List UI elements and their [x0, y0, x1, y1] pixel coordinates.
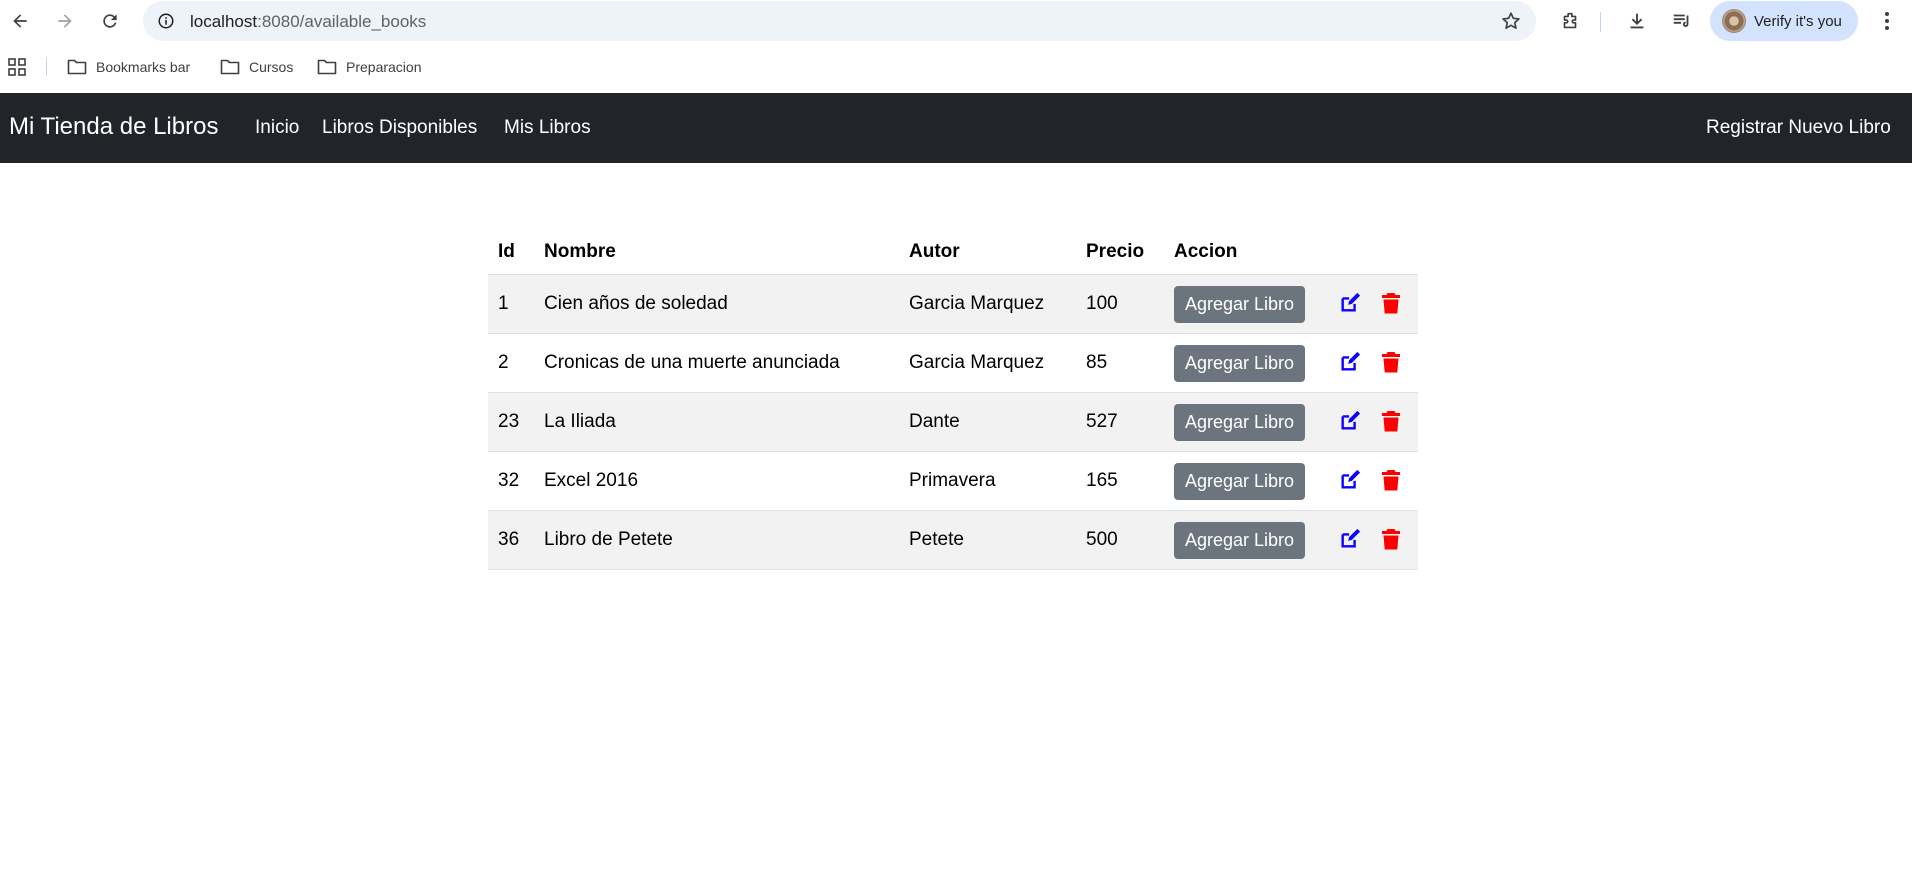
table-header-row: Id Nombre Autor Precio Accion [488, 230, 1418, 274]
site-info-icon[interactable] [153, 8, 179, 34]
cell-autor: Primavera [899, 450, 1076, 510]
browser-chrome: localhost:8080/available_books Verify it… [0, 0, 1912, 93]
nav-link-inicio[interactable]: Inicio [255, 117, 299, 139]
header-icons [1324, 230, 1418, 274]
cell-accion: Agregar Libro [1164, 332, 1324, 392]
trash-icon[interactable] [1381, 410, 1401, 432]
table-row: 2 Cronicas de una muerte anunciada Garci… [488, 332, 1418, 392]
add-book-button[interactable]: Agregar Libro [1174, 522, 1306, 559]
edit-icon[interactable] [1339, 410, 1361, 432]
cell-precio: 100 [1076, 273, 1164, 333]
cell-nombre: Cronicas de una muerte anunciada [534, 332, 899, 392]
url-path: :8080/available_books [257, 12, 427, 31]
back-icon[interactable] [4, 5, 36, 37]
cell-nombre: Libro de Petete [534, 509, 899, 570]
media-icon[interactable] [1670, 9, 1694, 33]
cell-id: 2 [488, 332, 534, 392]
cell-id: 23 [488, 391, 534, 451]
cell-id: 36 [488, 509, 534, 570]
cell-icons [1324, 509, 1418, 570]
cell-autor: Garcia Marquez [899, 273, 1076, 333]
bookmarks-separator [46, 58, 47, 76]
table-row: 23 La Iliada Dante 527 Agregar Libro [488, 391, 1418, 451]
bookmarks-bar: Bookmarks bar Cursos Preparacion [0, 50, 1912, 84]
more-icon[interactable] [1875, 9, 1899, 33]
nav-link-libros-disponibles[interactable]: Libros Disponibles [322, 117, 477, 139]
cell-id: 32 [488, 450, 534, 510]
edit-icon[interactable] [1339, 351, 1361, 373]
cell-nombre: La Iliada [534, 391, 899, 451]
edit-icon[interactable] [1339, 528, 1361, 550]
reload-icon[interactable] [94, 5, 126, 37]
header-nombre: Nombre [544, 240, 616, 262]
books-table: Id Nombre Autor Precio Accion 1 Cien año… [488, 230, 1418, 570]
cell-accion: Agregar Libro [1164, 391, 1324, 451]
table-row: 32 Excel 2016 Primavera 165 Agregar Libr… [488, 450, 1418, 510]
cell-icons [1324, 332, 1418, 392]
header-autor: Autor [909, 240, 960, 262]
cell-id: 1 [488, 273, 534, 333]
avatar [1722, 9, 1746, 33]
bookmark-label: Cursos [249, 59, 294, 75]
url-text[interactable]: localhost:8080/available_books [190, 12, 426, 32]
toolbar-separator [1600, 12, 1601, 32]
add-book-button[interactable]: Agregar Libro [1174, 404, 1306, 441]
table-row: 1 Cien años de soledad Garcia Marquez 10… [488, 273, 1418, 333]
url-host: localhost [190, 12, 258, 31]
header-precio: Precio [1086, 240, 1145, 262]
cell-accion: Agregar Libro [1164, 273, 1324, 333]
nav-link-mis-libros[interactable]: Mis Libros [504, 117, 591, 139]
address-bar[interactable]: localhost:8080/available_books [143, 1, 1536, 41]
bookmark-preparacion[interactable]: Preparacion [317, 56, 422, 78]
browser-toolbar: localhost:8080/available_books Verify it… [0, 0, 1912, 42]
forward-icon[interactable] [49, 5, 81, 37]
header-accion: Accion [1174, 240, 1238, 262]
cell-icons [1324, 450, 1418, 510]
table-row: 36 Libro de Petete Petete 500 Agregar Li… [488, 509, 1418, 570]
trash-icon[interactable] [1381, 528, 1401, 550]
bookmark-label: Preparacion [346, 59, 422, 75]
cell-nombre: Excel 2016 [534, 450, 899, 510]
header-id: Id [498, 240, 515, 262]
download-icon[interactable] [1625, 9, 1649, 33]
trash-icon[interactable] [1381, 469, 1401, 491]
cell-icons [1324, 391, 1418, 451]
cell-icons [1324, 273, 1418, 333]
cell-precio: 165 [1076, 450, 1164, 510]
folder-icon [317, 59, 337, 75]
bookmark-label: Bookmarks bar [96, 59, 191, 75]
profile-label: Verify it's you [1754, 12, 1842, 30]
cell-precio: 527 [1076, 391, 1164, 451]
add-book-button[interactable]: Agregar Libro [1174, 345, 1306, 382]
cell-autor: Garcia Marquez [899, 332, 1076, 392]
cell-accion: Agregar Libro [1164, 450, 1324, 510]
books-table-container: Id Nombre Autor Precio Accion 1 Cien año… [488, 230, 1418, 570]
add-book-button[interactable]: Agregar Libro [1174, 463, 1306, 500]
edit-icon[interactable] [1339, 292, 1361, 314]
cell-autor: Dante [899, 391, 1076, 451]
folder-icon [67, 59, 87, 75]
cell-autor: Petete [899, 509, 1076, 570]
star-icon[interactable] [1500, 10, 1522, 32]
profile-button[interactable]: Verify it's you [1710, 1, 1858, 41]
brand-link[interactable]: Mi Tienda de Libros [9, 113, 218, 141]
edit-icon[interactable] [1339, 469, 1361, 491]
bookmark-cursos[interactable]: Cursos [220, 56, 293, 78]
cell-accion: Agregar Libro [1164, 509, 1324, 570]
add-book-button[interactable]: Agregar Libro [1174, 286, 1306, 323]
trash-icon[interactable] [1381, 292, 1401, 314]
extensions-icon[interactable] [1558, 9, 1582, 33]
folder-icon [220, 59, 240, 75]
cell-nombre: Cien años de soledad [534, 273, 899, 333]
trash-icon[interactable] [1381, 351, 1401, 373]
bookmark-bookmarks-bar[interactable]: Bookmarks bar [67, 56, 190, 78]
app-navbar: Mi Tienda de Libros Inicio Libros Dispon… [0, 93, 1912, 163]
cell-precio: 500 [1076, 509, 1164, 570]
register-new-book-link[interactable]: Registrar Nuevo Libro [1706, 117, 1891, 139]
cell-precio: 85 [1076, 332, 1164, 392]
apps-icon[interactable] [8, 58, 26, 76]
